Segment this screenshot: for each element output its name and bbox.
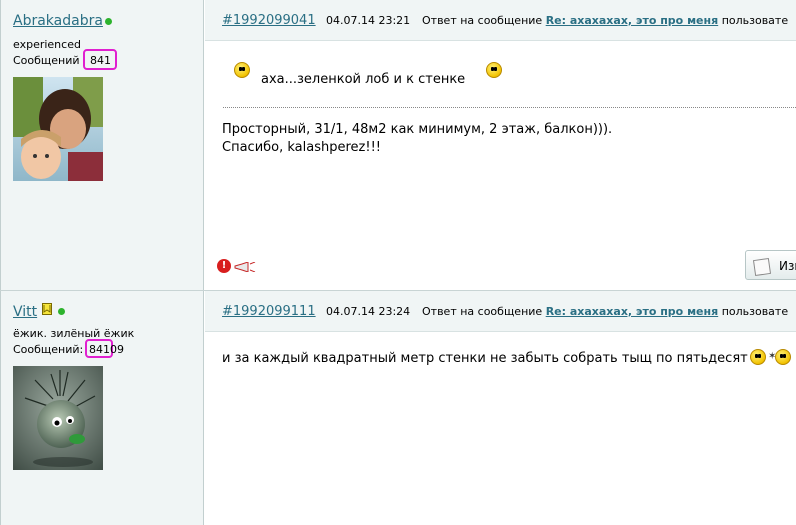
user-title: experienced [13, 38, 81, 51]
post-datetime: 04.07.14 23:21 [326, 14, 411, 27]
reply-prefix: Ответ на сообщение [422, 305, 543, 318]
pencil-icon [752, 257, 772, 277]
username-link[interactable]: Vitt [13, 304, 37, 320]
quote-separator [223, 107, 796, 108]
online-status-icon [58, 308, 65, 315]
edit-button[interactable]: Изм [745, 250, 796, 280]
message-count-value: 84109 [89, 343, 124, 356]
message-count-value: 841 [90, 54, 111, 67]
post-id-link[interactable]: #1992099041 [222, 13, 316, 28]
count-highlight-text: 841 [89, 343, 110, 356]
message-line: Просторный, 31/1, 48м2 как минимум, 2 эт… [222, 122, 613, 137]
message-count-label: Сообщений: [13, 343, 84, 356]
reply-suffix: пользовате [721, 14, 789, 27]
post-body: #1992099111 04.07.14 23:24 Ответ на сооб… [205, 291, 796, 525]
online-status-icon [105, 18, 112, 25]
edit-label: Изм [779, 259, 796, 273]
user-title: ёжик. зилёный ёжик [13, 327, 135, 340]
message-count-label: Сообщений [13, 54, 80, 67]
count-rest-text: 09 [110, 343, 124, 356]
megaphone-icon[interactable] [234, 262, 256, 272]
message-line: Спасибо, kalashperez!!! [222, 140, 381, 155]
smiley-icon [486, 62, 502, 78]
reply-info: Ответ на сообщение Re: ахахахах, это про… [422, 305, 788, 318]
user-sidebar: Abrakadabra experienced Сообщений 841 [0, 0, 204, 291]
quote-text: аха...зеленкой лоб и к стенке [261, 72, 466, 87]
forum-post: Abrakadabra experienced Сообщений 841 #1… [0, 0, 796, 291]
smiley-icon [234, 62, 250, 78]
smiley-icon [750, 349, 766, 365]
post-header: #1992099041 04.07.14 23:21 Ответ на сооб… [205, 0, 796, 41]
post-body: #1992099041 04.07.14 23:21 Ответ на сооб… [205, 0, 796, 291]
user-avatar[interactable] [13, 366, 103, 470]
user-avatar[interactable] [13, 77, 103, 181]
user-sidebar: Vitt ёжик. зилёный ёжик Сообщений: 84109 [0, 291, 204, 525]
reply-link[interactable]: Re: ахахахах, это про меня [546, 305, 719, 318]
report-icon[interactable]: ! [217, 259, 231, 273]
post-datetime: 04.07.14 23:24 [326, 305, 411, 318]
reply-link[interactable]: Re: ахахахах, это про меня [546, 14, 719, 27]
reply-prefix: Ответ на сообщение [422, 14, 543, 27]
reply-suffix: пользовате [721, 305, 789, 318]
message-text: и за каждый квадратный метр стенки не за… [222, 351, 748, 366]
reply-info: Ответ на сообщение Re: ахахахах, это про… [422, 14, 788, 27]
post-id-link[interactable]: #1992099111 [222, 304, 316, 319]
book-badge-icon [42, 303, 52, 315]
forum-post: Vitt ёжик. зилёный ёжик Сообщений: 84109 [0, 291, 796, 525]
smiley-icon [775, 349, 791, 365]
username-link[interactable]: Abrakadabra [13, 13, 103, 29]
message-text: Просторный, 31/1, 48м2 как минимум, 2 эт… [222, 121, 612, 157]
post-header: #1992099111 04.07.14 23:24 Ответ на сооб… [205, 291, 796, 332]
